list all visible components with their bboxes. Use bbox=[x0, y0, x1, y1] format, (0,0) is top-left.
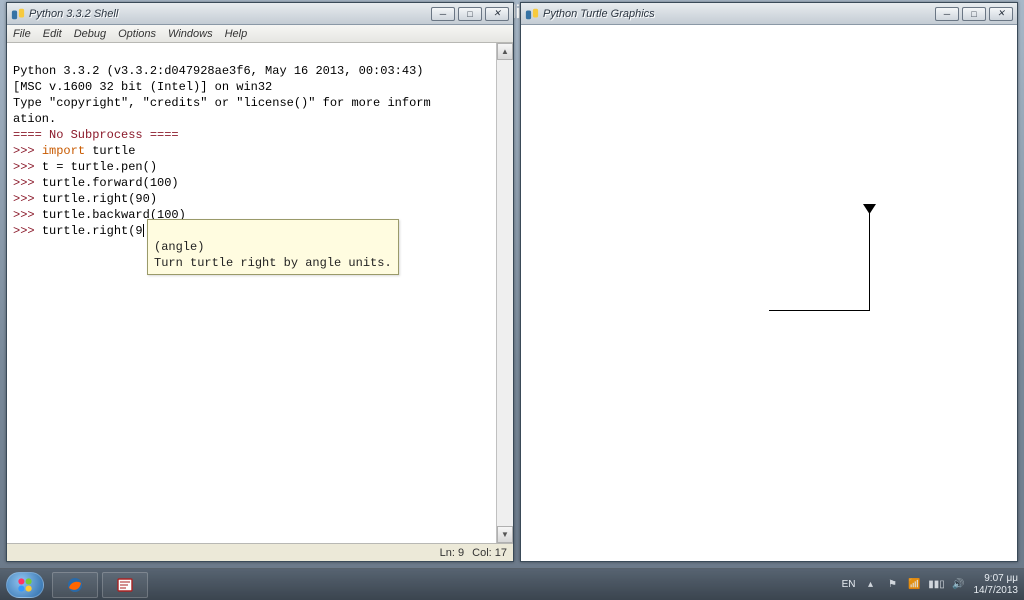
menu-windows[interactable]: Windows bbox=[168, 28, 213, 40]
taskbar: EN ▴ ⚑ 📶 ▮▮▯ 🔊 9:07 μμ 14/7/2013 bbox=[0, 568, 1024, 600]
close-button[interactable]: ✕ bbox=[989, 7, 1013, 21]
shell-statusbar: Ln: 9 Col: 17 bbox=[7, 543, 513, 561]
clock-time: 9:07 μμ bbox=[974, 573, 1019, 585]
menu-help[interactable]: Help bbox=[225, 28, 248, 40]
shell-titlebar[interactable]: Python 3.3.2 Shell ─ □ ✕ bbox=[7, 3, 513, 25]
firefox-icon bbox=[66, 576, 84, 594]
language-indicator[interactable]: EN bbox=[842, 579, 856, 590]
vertical-scrollbar[interactable]: ▲ ▼ bbox=[496, 43, 513, 543]
code: turtle.right(9 bbox=[42, 224, 143, 238]
taskbar-app-2[interactable] bbox=[102, 572, 148, 598]
banner-line: [MSC v.1600 32 bit (Intel)] on win32 bbox=[13, 80, 272, 94]
taskbar-app-1[interactable] bbox=[52, 572, 98, 598]
turtle-canvas bbox=[521, 25, 1017, 561]
status-line: Ln: 9 bbox=[440, 547, 464, 559]
nosubprocess-line: ==== No Subprocess ==== bbox=[13, 128, 179, 142]
banner-line: Python 3.3.2 (v3.3.2:d047928ae3f6, May 1… bbox=[13, 64, 423, 78]
minimize-button[interactable]: ─ bbox=[431, 7, 455, 21]
network-icon[interactable]: 📶 bbox=[908, 578, 922, 592]
calltip-doc: Turn turtle right by angle units. bbox=[154, 256, 392, 270]
shell-text-area[interactable]: Python 3.3.2 (v3.3.2:d047928ae3f6, May 1… bbox=[7, 43, 496, 543]
python-icon bbox=[525, 7, 539, 21]
code: turtle.right(90) bbox=[42, 192, 157, 206]
start-button[interactable] bbox=[6, 572, 44, 598]
calltip-tooltip: (angle) Turn turtle right by angle units… bbox=[147, 219, 399, 275]
status-column: Col: 17 bbox=[472, 547, 507, 559]
turtle-titlebar[interactable]: Python Turtle Graphics ─ □ ✕ bbox=[521, 3, 1017, 25]
taskbar-buttons bbox=[52, 572, 148, 598]
windows-logo-icon bbox=[16, 576, 34, 594]
clock[interactable]: 9:07 μμ 14/7/2013 bbox=[974, 573, 1019, 597]
chevron-up-icon[interactable]: ▴ bbox=[864, 578, 878, 592]
desktop: { "watermark": "www.Bandicam.com", "shel… bbox=[0, 0, 1024, 600]
text-cursor bbox=[143, 224, 144, 237]
shell-menubar: File Edit Debug Options Windows Help bbox=[7, 25, 513, 43]
menu-file[interactable]: File bbox=[13, 28, 31, 40]
menu-debug[interactable]: Debug bbox=[74, 28, 106, 40]
python-icon bbox=[11, 7, 25, 21]
scroll-track[interactable] bbox=[497, 60, 513, 526]
scroll-up-button[interactable]: ▲ bbox=[497, 43, 513, 60]
turtle-path-vertical bbox=[869, 210, 870, 310]
system-tray: EN ▴ ⚑ 📶 ▮▮▯ 🔊 9:07 μμ 14/7/2013 bbox=[842, 573, 1018, 597]
volume-icon[interactable]: 🔊 bbox=[952, 578, 966, 592]
turtle-cursor-icon bbox=[862, 203, 877, 215]
maximize-button[interactable]: □ bbox=[458, 7, 482, 21]
menu-edit[interactable]: Edit bbox=[43, 28, 62, 40]
code: turtle.forward(100) bbox=[42, 176, 179, 190]
flag-icon[interactable]: ⚑ bbox=[886, 578, 900, 592]
menu-options[interactable]: Options bbox=[118, 28, 156, 40]
code: t = turtle.pen() bbox=[42, 160, 157, 174]
calltip-signature: (angle) bbox=[154, 240, 204, 254]
turtle-window: Python Turtle Graphics ─ □ ✕ bbox=[520, 2, 1018, 562]
banner-line: Type "copyright", "credits" or "license(… bbox=[13, 96, 431, 110]
banner-line: ation. bbox=[13, 112, 56, 126]
idle-shell-window: Python 3.3.2 Shell ─ □ ✕ File Edit Debug… bbox=[6, 2, 514, 562]
turtle-path-horizontal bbox=[769, 310, 870, 311]
maximize-button[interactable]: □ bbox=[962, 7, 986, 21]
keyword: import bbox=[42, 144, 85, 158]
minimize-button[interactable]: ─ bbox=[935, 7, 959, 21]
code: turtle bbox=[85, 144, 135, 158]
scroll-down-button[interactable]: ▼ bbox=[497, 526, 513, 543]
idle-icon bbox=[116, 576, 134, 594]
signal-icon[interactable]: ▮▮▯ bbox=[930, 578, 944, 592]
close-button[interactable]: ✕ bbox=[485, 7, 509, 21]
clock-date: 14/7/2013 bbox=[974, 585, 1019, 597]
shell-title: Python 3.3.2 Shell bbox=[29, 8, 431, 20]
turtle-title: Python Turtle Graphics bbox=[543, 8, 935, 20]
